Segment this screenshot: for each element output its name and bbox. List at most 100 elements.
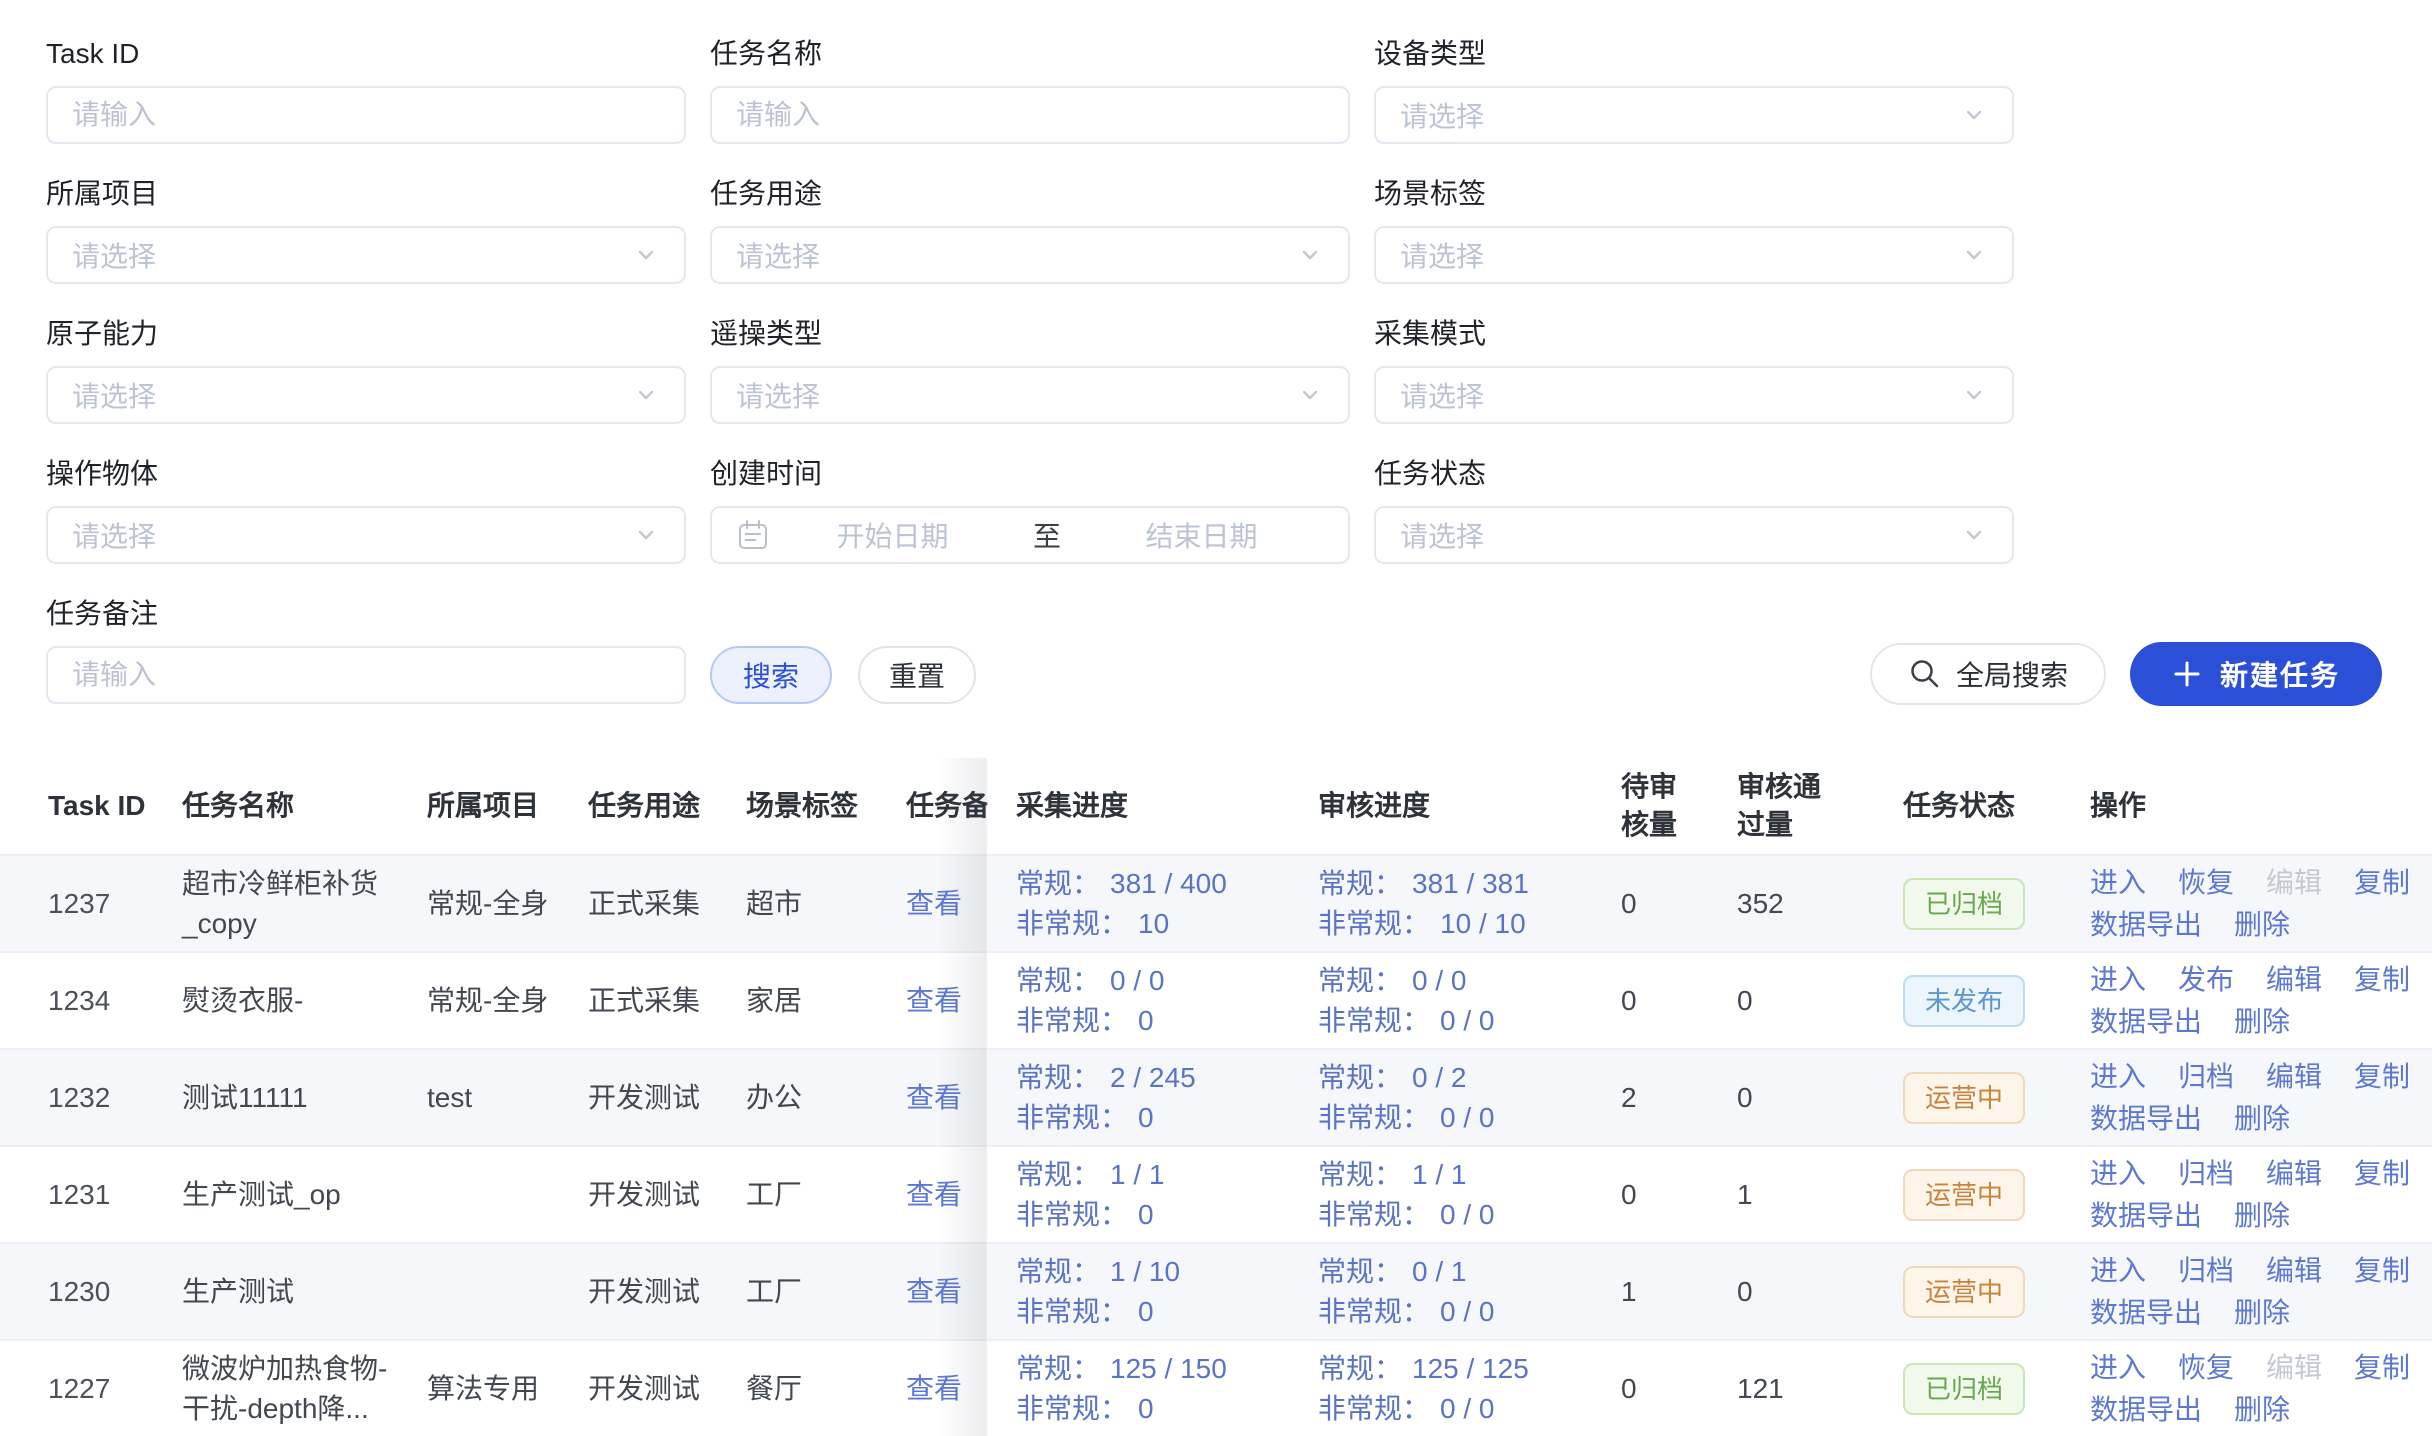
action-link[interactable]: 归档 bbox=[2178, 1056, 2234, 1098]
cell-task-name: 熨烫衣服- bbox=[182, 981, 427, 1021]
action-link[interactable]: 删除 bbox=[2234, 1195, 2290, 1237]
action-link[interactable]: 数据导出 bbox=[2090, 1389, 2202, 1431]
cell-purpose: 正式采集 bbox=[588, 884, 746, 924]
table-row: 1237 超市冷鲜柜补货_copy 常规-全身 正式采集 超市 查看 常规：38… bbox=[0, 854, 2432, 951]
filter-field-atomic-ability: 原子能力 请选择 bbox=[46, 314, 686, 424]
chevron-down-icon bbox=[1960, 521, 1988, 549]
cell-status: 未发布 bbox=[1903, 975, 2078, 1027]
action-link[interactable]: 恢复 bbox=[2178, 862, 2234, 904]
column-header-status: 任务状态 bbox=[1903, 787, 2078, 825]
action-link[interactable]: 删除 bbox=[2234, 904, 2290, 946]
view-note-link[interactable]: 查看 bbox=[906, 888, 962, 919]
action-link[interactable]: 复制 bbox=[2354, 1153, 2410, 1195]
purpose-value: 正式采集 bbox=[588, 888, 700, 919]
action-link[interactable]: 恢复 bbox=[2178, 1347, 2234, 1389]
action-line: 进入发布编辑复制 bbox=[2090, 959, 2396, 1001]
reset-button[interactable]: 重置 bbox=[858, 646, 976, 704]
action-link[interactable]: 数据导出 bbox=[2090, 904, 2202, 946]
action-link[interactable]: 进入 bbox=[2090, 1250, 2146, 1292]
action-link[interactable]: 复制 bbox=[2354, 959, 2410, 1001]
atomic-ability-select[interactable]: 请选择 bbox=[46, 366, 686, 424]
irregular-label: 非常规： bbox=[1016, 1102, 1128, 1133]
create-task-button[interactable]: 新建任务 bbox=[2130, 642, 2382, 706]
purpose-value: 开发测试 bbox=[588, 1276, 700, 1307]
irregular-label: 非常规： bbox=[1318, 1102, 1430, 1133]
create-time-range-picker[interactable]: 开始日期 至 结束日期 bbox=[710, 506, 1350, 564]
task-status-select[interactable]: 请选择 bbox=[1374, 506, 2014, 564]
action-link[interactable]: 删除 bbox=[2234, 1292, 2290, 1334]
action-link[interactable]: 归档 bbox=[2178, 1153, 2234, 1195]
action-link[interactable]: 进入 bbox=[2090, 862, 2146, 904]
view-note-link[interactable]: 查看 bbox=[906, 1082, 962, 1113]
view-note-link[interactable]: 查看 bbox=[906, 1373, 962, 1404]
cell-approved: 1 bbox=[1737, 1175, 1903, 1215]
project-value: test bbox=[427, 1082, 472, 1113]
project-select[interactable]: 请选择 bbox=[46, 226, 686, 284]
collect-mode-select[interactable]: 请选择 bbox=[1374, 366, 2014, 424]
cell-pending: 2 bbox=[1621, 1078, 1737, 1118]
cell-note: 查看 bbox=[906, 1272, 988, 1312]
action-link[interactable]: 复制 bbox=[2354, 862, 2410, 904]
action-link[interactable]: 进入 bbox=[2090, 1056, 2146, 1098]
action-line: 数据导出删除 bbox=[2090, 1001, 2396, 1043]
review-regular-value: 0 / 1 bbox=[1412, 1256, 1466, 1287]
action-link[interactable]: 复制 bbox=[2354, 1250, 2410, 1292]
cell-pending: 1 bbox=[1621, 1272, 1737, 1312]
action-link[interactable]: 进入 bbox=[2090, 959, 2146, 1001]
view-note-link[interactable]: 查看 bbox=[906, 1276, 962, 1307]
cell-task-id: 1234 bbox=[48, 981, 182, 1021]
operate-object-select[interactable]: 请选择 bbox=[46, 506, 686, 564]
task-id-value: 1234 bbox=[48, 985, 110, 1016]
date-range-separator: 至 bbox=[1033, 515, 1061, 555]
action-link[interactable]: 删除 bbox=[2234, 1001, 2290, 1043]
chevron-down-icon bbox=[632, 241, 660, 269]
project-value: 常规-全身 bbox=[427, 985, 548, 1016]
cell-review-progress: 常规：0 / 1 非常规：0 / 0 bbox=[1318, 1252, 1621, 1332]
task-id-input[interactable] bbox=[72, 88, 660, 142]
cell-actions: 进入归档编辑复制数据导出删除 bbox=[2078, 1250, 2420, 1334]
action-link[interactable]: 数据导出 bbox=[2090, 1292, 2202, 1334]
create-task-label: 新建任务 bbox=[2220, 654, 2340, 694]
cell-scene: 办公 bbox=[746, 1078, 906, 1118]
scene-tag-select[interactable]: 请选择 bbox=[1374, 226, 2014, 284]
view-note-link[interactable]: 查看 bbox=[906, 985, 962, 1016]
global-search-button[interactable]: 全局搜索 bbox=[1870, 643, 2106, 705]
review-regular-value: 0 / 2 bbox=[1412, 1062, 1466, 1093]
device-type-select[interactable]: 请选择 bbox=[1374, 86, 2014, 144]
cell-scene: 工厂 bbox=[746, 1175, 906, 1215]
view-note-link[interactable]: 查看 bbox=[906, 1179, 962, 1210]
cell-approved: 352 bbox=[1737, 884, 1903, 924]
collect-irregular-value: 0 bbox=[1138, 1102, 1154, 1133]
action-link[interactable]: 复制 bbox=[2354, 1056, 2410, 1098]
teleop-type-select[interactable]: 请选择 bbox=[710, 366, 1350, 424]
action-link[interactable]: 进入 bbox=[2090, 1347, 2146, 1389]
cell-collect-progress: 常规：1 / 10 非常规：0 bbox=[988, 1252, 1318, 1332]
action-link[interactable]: 删除 bbox=[2234, 1389, 2290, 1431]
action-line: 数据导出删除 bbox=[2090, 1098, 2396, 1140]
purpose-select[interactable]: 请选择 bbox=[710, 226, 1350, 284]
filter-field-teleop-type: 遥操类型 请选择 bbox=[710, 314, 1350, 424]
action-link[interactable]: 编辑 bbox=[2266, 1250, 2322, 1292]
irregular-label: 非常规： bbox=[1318, 1199, 1430, 1230]
action-link[interactable]: 进入 bbox=[2090, 1153, 2146, 1195]
action-link[interactable]: 数据导出 bbox=[2090, 1001, 2202, 1043]
review-irregular-value: 0 / 0 bbox=[1440, 1199, 1494, 1230]
action-link[interactable]: 编辑 bbox=[2266, 1056, 2322, 1098]
action-link[interactable]: 编辑 bbox=[2266, 1153, 2322, 1195]
action-link[interactable]: 编辑 bbox=[2266, 959, 2322, 1001]
irregular-label: 非常规： bbox=[1016, 1199, 1128, 1230]
task-note-input[interactable] bbox=[72, 648, 660, 702]
search-button[interactable]: 搜索 bbox=[710, 646, 832, 704]
action-link[interactable]: 发布 bbox=[2178, 959, 2234, 1001]
cell-task-id: 1227 bbox=[48, 1369, 182, 1409]
task-id-input-wrap bbox=[46, 86, 686, 144]
action-link[interactable]: 数据导出 bbox=[2090, 1195, 2202, 1237]
cell-note: 查看 bbox=[906, 1369, 988, 1409]
action-link[interactable]: 归档 bbox=[2178, 1250, 2234, 1292]
filter-buttons: 搜索 重置 bbox=[710, 646, 976, 704]
task-name-input[interactable] bbox=[736, 88, 1324, 142]
action-link[interactable]: 复制 bbox=[2354, 1347, 2410, 1389]
action-link[interactable]: 数据导出 bbox=[2090, 1098, 2202, 1140]
action-link[interactable]: 删除 bbox=[2234, 1098, 2290, 1140]
collect-regular-value: 1 / 1 bbox=[1110, 1159, 1164, 1190]
